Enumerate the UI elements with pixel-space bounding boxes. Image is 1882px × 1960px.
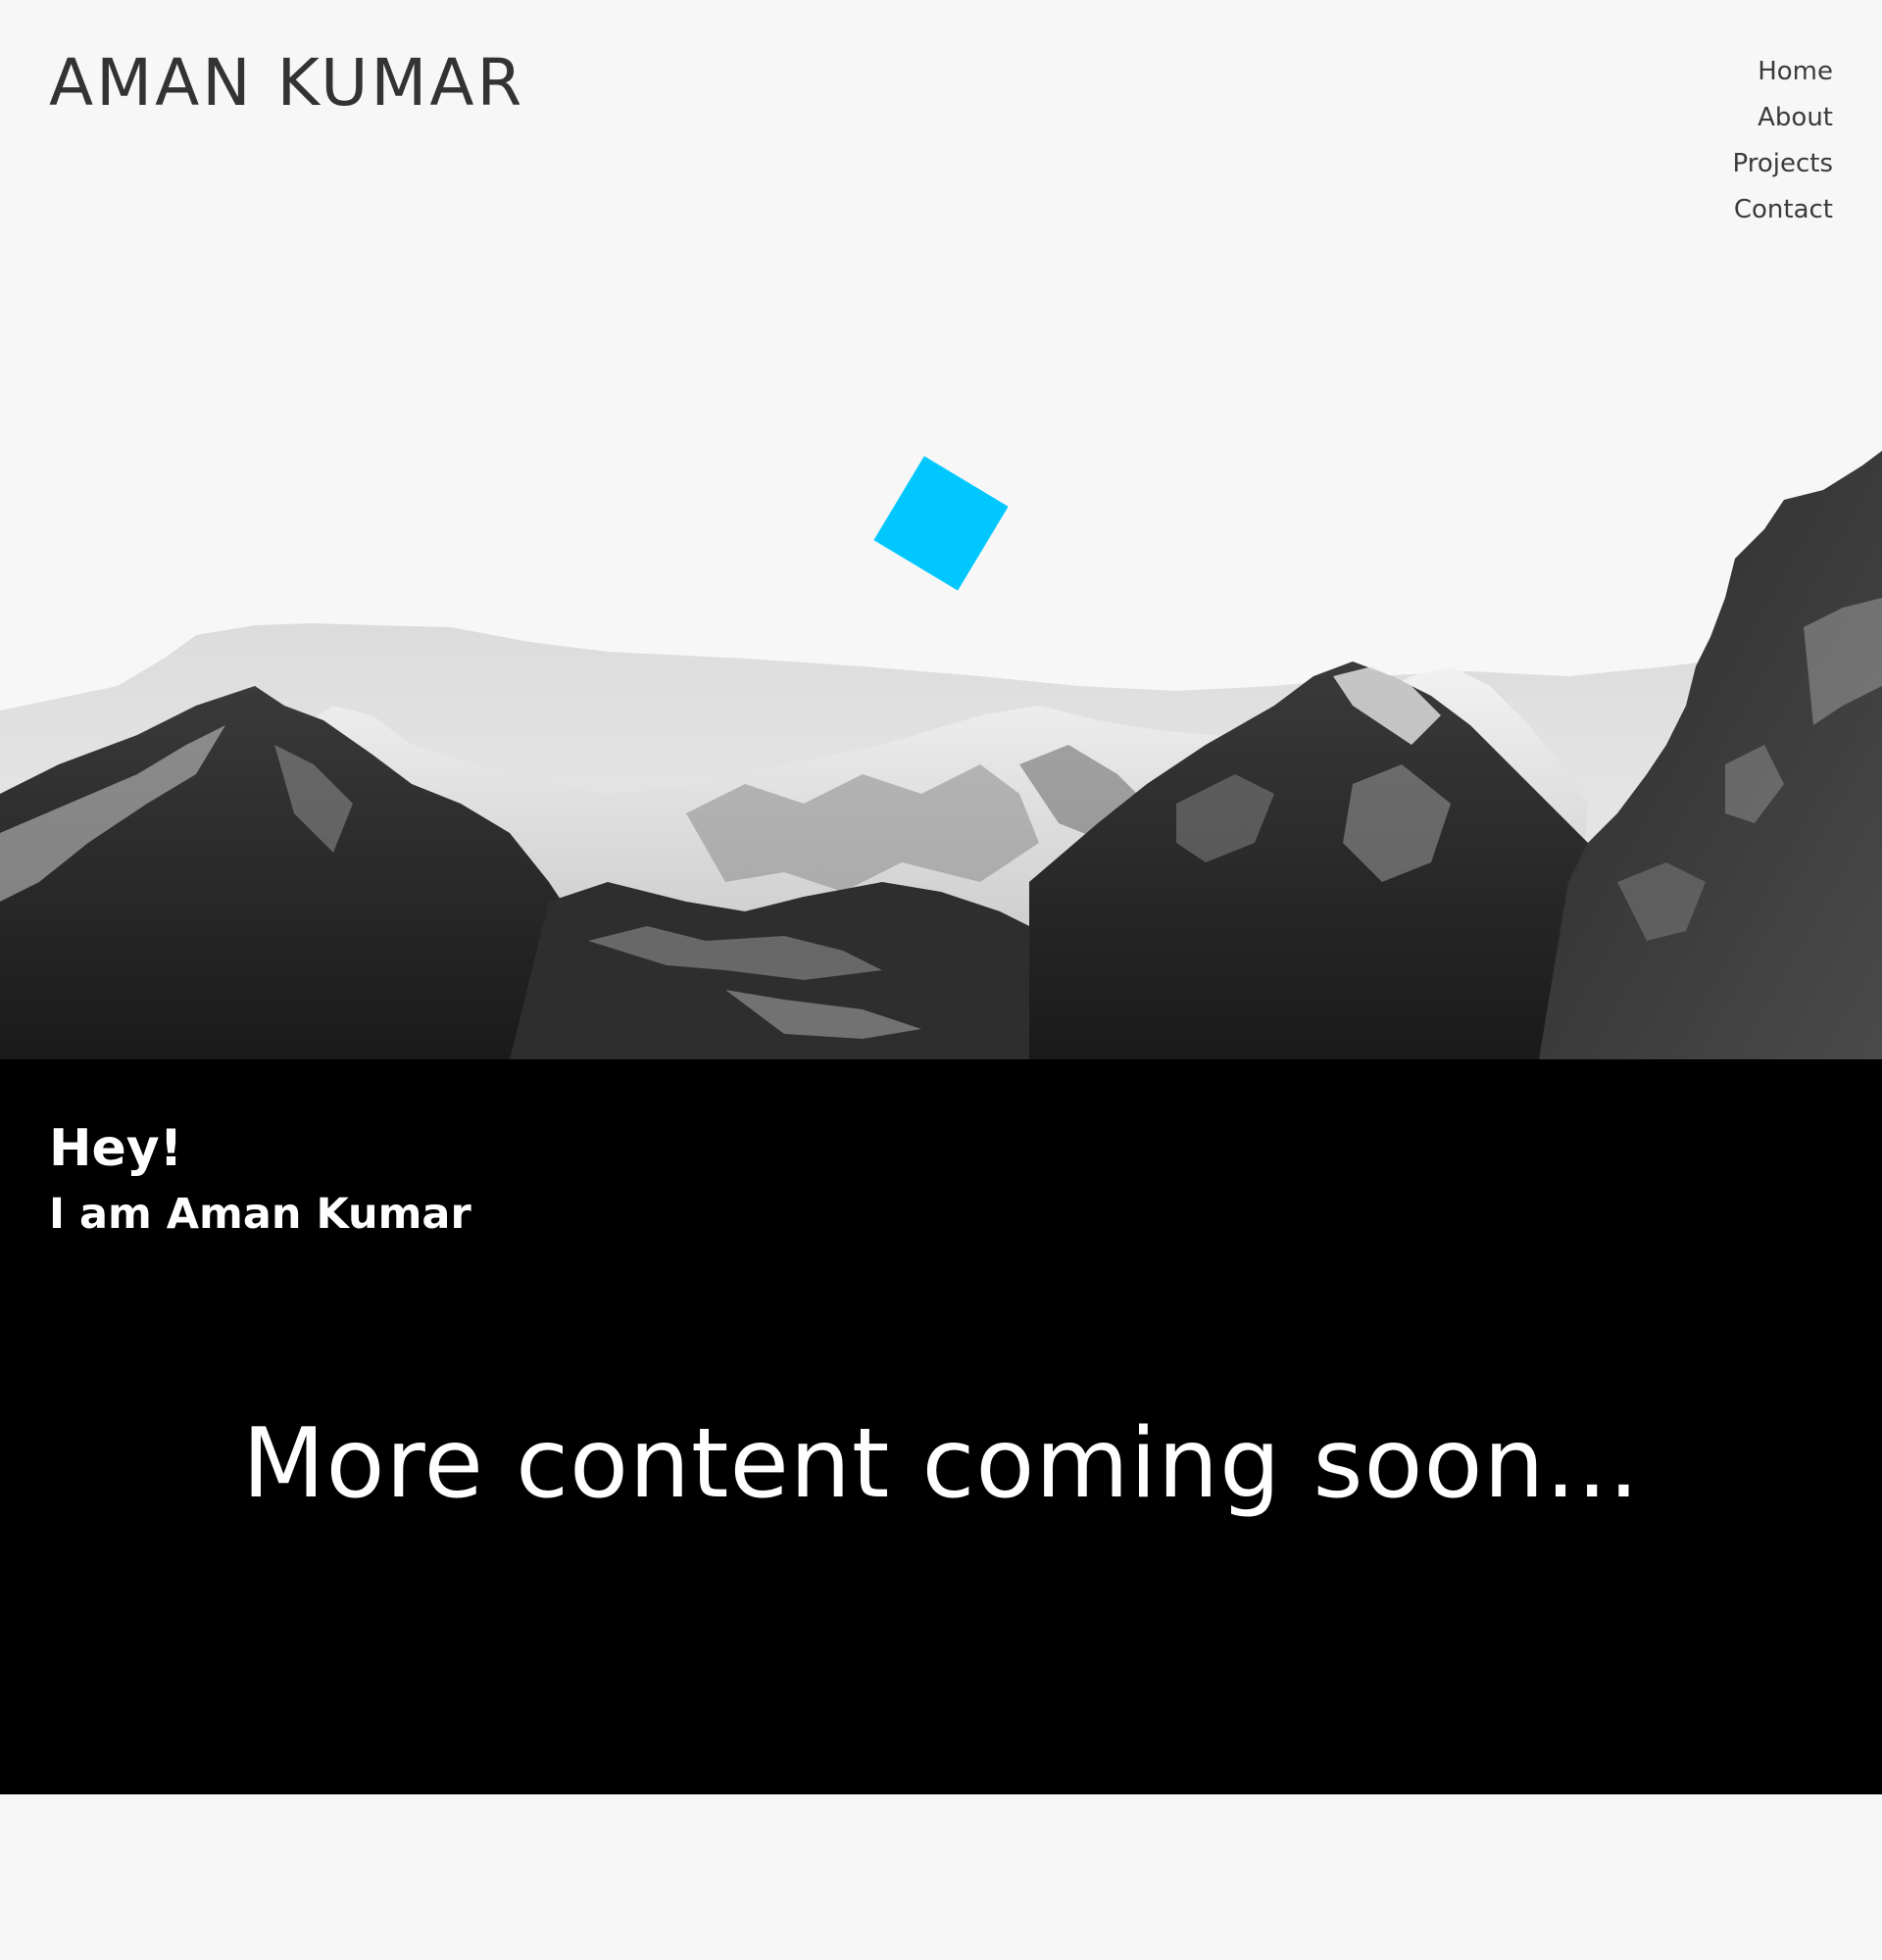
nav-link-contact[interactable]: Contact — [1732, 187, 1833, 233]
intro-name-heading: I am Aman Kumar — [49, 1190, 471, 1239]
site-title: AMAN KUMAR — [49, 45, 525, 121]
nav-link-about[interactable]: About — [1732, 95, 1833, 141]
nav-link-home[interactable]: Home — [1732, 49, 1833, 95]
page-bottom-area — [0, 1794, 1882, 1960]
hero-section: AMAN KUMAR Home About Projects Contact — [0, 0, 1882, 1059]
main-navigation: Home About Projects Contact — [1732, 49, 1833, 233]
coming-soon-text: More content coming soon... — [242, 1408, 1640, 1520]
greeting-heading: Hey! — [49, 1119, 183, 1178]
nav-link-projects[interactable]: Projects — [1732, 141, 1833, 187]
intro-section: Hey! I am Aman Kumar More content coming… — [0, 1059, 1882, 1794]
